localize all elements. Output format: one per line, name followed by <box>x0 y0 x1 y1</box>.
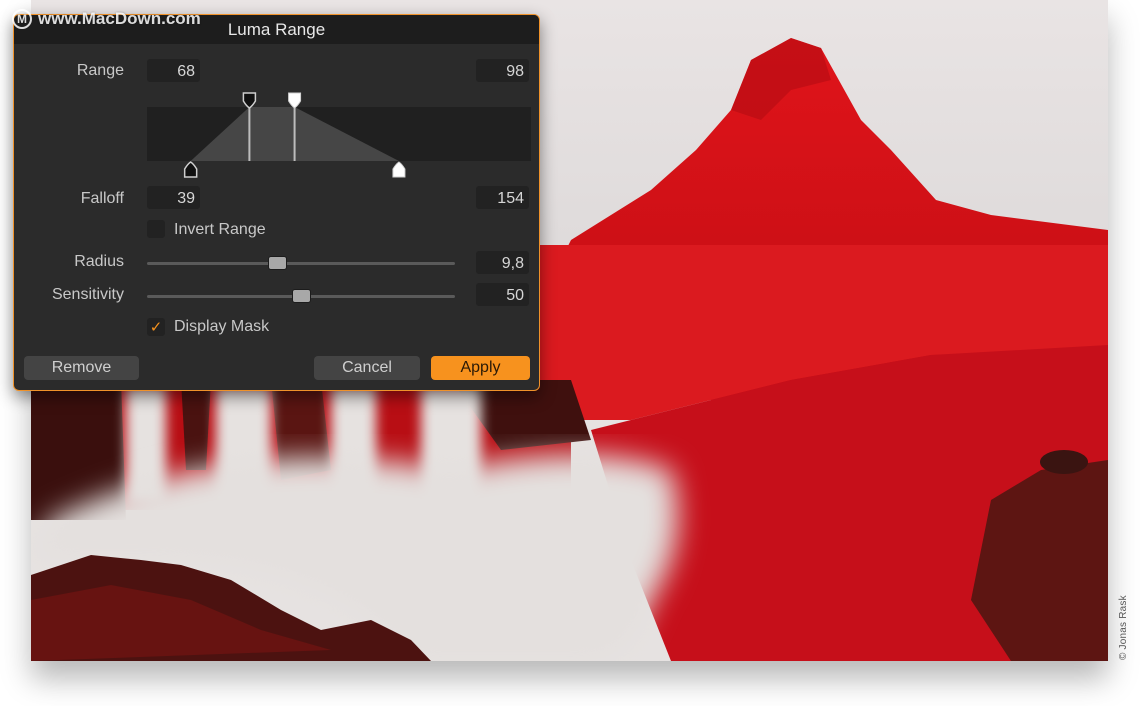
range-label: Range <box>76 62 124 79</box>
falloff-low-input[interactable] <box>147 186 200 209</box>
cancel-button[interactable]: Cancel <box>314 356 420 380</box>
luma-range-dialog: Luma Range Range Falloff Invert Range Ra… <box>13 14 540 391</box>
radius-slider-thumb[interactable] <box>268 256 288 270</box>
luma-range-curve <box>183 92 406 178</box>
display-mask-label: Display Mask <box>174 318 270 335</box>
macdown-logo-icon: M <box>12 9 32 29</box>
invert-range-label: Invert Range <box>174 221 266 238</box>
display-mask-checkbox[interactable]: ✓ <box>147 318 165 336</box>
range-low-handle[interactable] <box>242 92 257 109</box>
invert-range-checkbox[interactable] <box>147 220 165 238</box>
photo-credit: © Jonas Rask <box>1118 595 1129 660</box>
apply-button[interactable]: Apply <box>431 356 530 380</box>
falloff-high-input[interactable] <box>476 186 529 209</box>
radius-label: Radius <box>74 253 124 270</box>
sensitivity-input[interactable] <box>476 283 529 306</box>
sensitivity-slider-thumb[interactable] <box>291 289 311 303</box>
radius-slider-track[interactable] <box>147 262 455 265</box>
falloff-low-handle[interactable] <box>183 161 198 178</box>
radius-input[interactable] <box>476 251 529 274</box>
checkmark-icon: ✓ <box>149 319 163 336</box>
dialog-title: Luma Range <box>227 19 326 39</box>
sensitivity-label: Sensitivity <box>51 286 124 303</box>
falloff-high-handle[interactable] <box>392 161 406 178</box>
watermark-text: www.MacDown.com <box>38 9 201 28</box>
falloff-label: Falloff <box>80 190 124 207</box>
remove-button[interactable]: Remove <box>24 356 139 380</box>
watermark: M www.MacDown.com <box>12 8 201 30</box>
range-high-input[interactable] <box>476 59 529 82</box>
range-high-handle[interactable] <box>288 92 302 109</box>
range-low-input[interactable] <box>147 59 200 82</box>
